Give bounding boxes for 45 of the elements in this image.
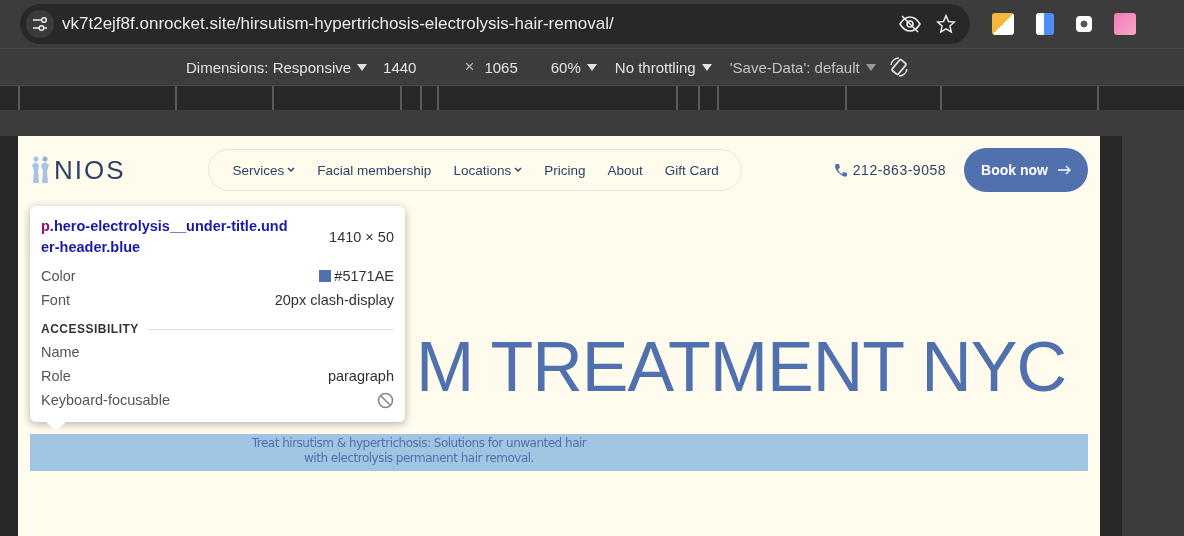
caret-icon [357,63,368,71]
element-selector: p.hero-electrolysis__under-title.und er-header.blue [41,217,288,257]
section-title: ACCESSIBILITY [41,322,139,336]
rotate-icon[interactable] [887,56,910,78]
width-input[interactable]: 1440 [383,58,417,76]
phone-icon [833,162,847,178]
save-data-dropdown[interactable]: 'Save-Data': default [729,58,876,76]
extension-icon[interactable] [1076,16,1092,32]
arrow-right-icon [1057,165,1071,175]
book-now-button[interactable]: Book now [964,148,1088,192]
zoom-dropdown[interactable]: 60% [550,58,597,76]
element-size: 1410 × 50 [329,229,394,245]
nav-link[interactable]: About [607,162,643,178]
nav-link[interactable]: Services [232,162,296,178]
height-input[interactable]: 1065 [484,58,518,76]
chevron-down-icon [514,167,523,173]
figures-logo-icon [30,156,52,184]
nav-link[interactable]: Gift Card [664,162,719,178]
page-heading: M TREATMENT NYC [415,332,1066,402]
url-text: vk7t2ejf8f.onrocket.site/hirsutism-hypertrichosis-electrolysis-hair-removal/ [62,14,615,34]
chevron-down-icon [287,167,296,173]
logo-text[interactable]: NIOS [54,154,126,186]
caret-icon [701,63,712,71]
caret-icon [865,63,876,71]
blocked-icon [377,391,394,409]
extension-icon[interactable] [1036,13,1054,35]
property-label: Role [41,368,71,384]
hero-subtitle: Treat hirsutism & hypertrichosis: Solutions for unwanted hair with electrolysis permanent hair removal. [30,434,1088,471]
site-settings-icon[interactable] [26,10,54,38]
property-label: Color [41,268,76,284]
property-label: Keyboard-focusable [41,392,170,408]
times-sign: × [464,57,475,77]
nav-link[interactable]: Facial membership [317,162,432,178]
property-value: paragraph [327,368,394,384]
property-label: Font [41,292,70,308]
address-bar[interactable]: vk7t2ejf8f.onrocket.site/hirsutism-hypertrichosis-electrolysis-hair-removal/ [20,4,970,44]
phone-link[interactable]: 212-863-9058 [833,162,946,178]
property-label: Name [41,344,80,360]
nav-link[interactable]: Pricing [544,162,586,178]
nav-link[interactable]: Locations [453,162,523,178]
property-value: #5171AE [334,268,394,284]
caret-icon [586,63,597,71]
property-value: 20px clash-display [274,292,394,308]
dimensions-dropdown[interactable]: Dimensions: Responsive [186,58,368,76]
throttling-dropdown[interactable]: No throttling [614,58,712,76]
